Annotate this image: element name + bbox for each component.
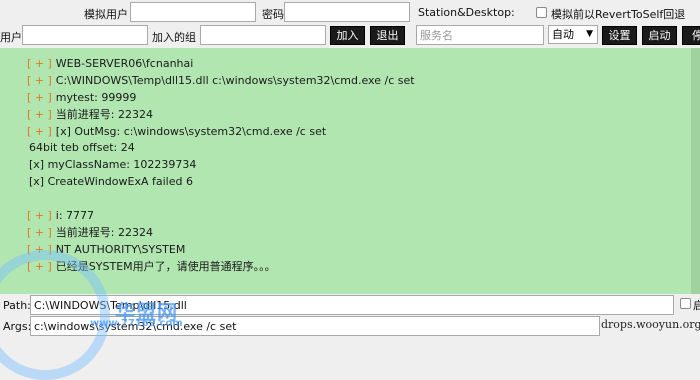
console-line-text: [x] myClassName: 102239734 (29, 158, 197, 172)
option-label-partial: 启 (693, 299, 700, 312)
console-line-text: 当前进程号: 22324 (55, 225, 153, 239)
site-watermark-text: drops.wooyun.org (601, 318, 700, 331)
plus-marker: [ + ] (27, 57, 52, 70)
output-scrollbar[interactable] (691, 48, 700, 294)
start-button[interactable]: 启动 (642, 26, 677, 45)
plus-marker: [ + ] (27, 107, 52, 121)
user-label: 用户 (0, 31, 22, 44)
console-line: [ + ] WEB-SERVER06\fcnanhai (0, 56, 700, 73)
plus-marker: [ + ] (27, 73, 52, 87)
revert-to-self-label: 模拟前以RevertToSelf回退 (551, 8, 686, 21)
console-line: [x] CreateWindowExA failed 6 (0, 174, 700, 191)
console-line-text: WEB-SERVER06\fcnanhai (55, 57, 194, 70)
console-line-text: 当前进程号: 22324 (55, 107, 153, 121)
stop-button[interactable]: 停 (682, 26, 700, 45)
join-button[interactable]: 加入 (330, 26, 365, 45)
console-line-text: 64bit teb offset: 24 (29, 141, 135, 155)
console-line: 64bit teb offset: 24 (0, 140, 700, 157)
console-line: [ + ] NT AUTHORITY\SYSTEM (0, 242, 700, 259)
console-line-text: mytest: 99999 (55, 90, 137, 104)
console-line-text: [x] OutMsg: c:\windows\system32\cmd.exe … (55, 124, 327, 138)
option-checkbox[interactable] (680, 298, 691, 309)
plus-marker: [ + ] (27, 124, 52, 138)
dropdown-arrow-icon: ▼ (586, 29, 593, 39)
startup-type-select[interactable]: 自动 ▼ (548, 25, 598, 44)
user-input[interactable] (22, 25, 148, 45)
station-desktop-label: Station&Desktop: (418, 6, 515, 19)
console-line: [x] myClassName: 102239734 (0, 157, 700, 174)
console-line: [ + ] [x] OutMsg: c:\windows\system32\cmd… (0, 124, 700, 141)
group-input[interactable] (200, 25, 326, 45)
plus-marker: [ + ] (27, 209, 52, 223)
console-line: [ + ] 当前进程号: 22324 (0, 225, 700, 242)
console-line: [ + ] 已经是SYSTEM用户了，请使用普通程序。。。 (0, 259, 700, 276)
console-line-text: NT AUTHORITY\SYSTEM (55, 242, 186, 256)
console-line: [ + ] mytest: 99999 (0, 90, 700, 107)
console-line-text: C:\WINDOWS\Temp\dll15.dll c:\windows\sys… (55, 73, 415, 87)
impersonate-user-input[interactable] (130, 2, 256, 22)
startup-type-value: 自动 (552, 28, 574, 41)
console-line: [ + ] i: 7777 (0, 208, 700, 225)
console-line: [ + ] C:\WINDOWS\Temp\dll15.dll c:\window… (0, 73, 700, 90)
plus-marker: [ + ] (27, 225, 52, 239)
impersonate-user-label: 模拟用户 (84, 8, 128, 21)
service-name-input[interactable] (416, 25, 544, 45)
set-button[interactable]: 设置 (602, 26, 637, 45)
console-line-text: i: 7777 (55, 209, 95, 223)
password-label: 密码 (262, 8, 284, 21)
plus-marker: [ + ] (27, 90, 52, 104)
console-line-text: [x] CreateWindowExA failed 6 (29, 175, 193, 189)
console-line: [ + ] 当前进程号: 22324 (0, 107, 700, 124)
password-input[interactable] (284, 2, 410, 22)
watermark-url: www.77169.com (90, 318, 183, 329)
exit-button[interactable]: 退出 (370, 26, 405, 45)
revert-to-self-checkbox[interactable] (536, 7, 547, 18)
output-console: [ + ] WEB-SERVER06\fcnanhai[ + ] C:\WINDOW… (0, 48, 700, 294)
group-label: 加入的组 (152, 31, 196, 44)
